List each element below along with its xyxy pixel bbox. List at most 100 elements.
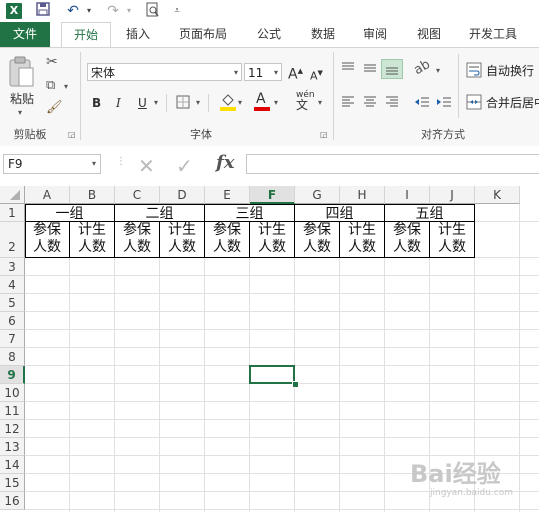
- cancel-icon[interactable]: ✕: [138, 154, 155, 178]
- group-header-cell[interactable]: 三组: [205, 204, 295, 222]
- customize-toolbar-icon[interactable]: ⩡: [168, 2, 186, 20]
- name-box[interactable]: F9 ▾: [3, 154, 101, 174]
- row-header[interactable]: 6: [0, 312, 25, 330]
- paste-dropdown-icon[interactable]: ▾: [18, 108, 22, 117]
- sub-header-cell[interactable]: 参保 人数: [115, 222, 160, 258]
- borders-dropdown-icon[interactable]: ▾: [196, 98, 200, 107]
- name-box-dropdown-icon[interactable]: ▾: [92, 155, 96, 173]
- formula-input[interactable]: [246, 154, 539, 174]
- copy-dropdown-icon[interactable]: ▾: [64, 82, 68, 91]
- paste-icon[interactable]: [6, 56, 38, 92]
- select-all-corner[interactable]: [0, 186, 25, 204]
- merge-center-icon[interactable]: [466, 94, 482, 113]
- print-preview-icon[interactable]: [144, 2, 162, 20]
- sub-header-cell[interactable]: 计生 人数: [70, 222, 115, 258]
- row-header[interactable]: 2: [0, 222, 25, 258]
- sub-header-cell[interactable]: 计生 人数: [340, 222, 385, 258]
- row-header[interactable]: 15: [0, 474, 25, 492]
- column-header[interactable]: C: [115, 186, 160, 204]
- phonetic-icon[interactable]: wén 文: [296, 90, 315, 111]
- sub-header-cell[interactable]: 参保 人数: [295, 222, 340, 258]
- align-middle-icon[interactable]: [362, 60, 378, 79]
- font-launcher-icon[interactable]: ◲: [320, 130, 328, 139]
- tab-insert[interactable]: 插入: [117, 22, 159, 47]
- row-header[interactable]: 16: [0, 492, 25, 510]
- cut-icon[interactable]: ✂: [46, 54, 58, 70]
- wrap-text-icon[interactable]: [466, 62, 482, 81]
- phonetic-dropdown-icon[interactable]: ▾: [318, 98, 322, 107]
- sub-header-cell[interactable]: 参保 人数: [205, 222, 250, 258]
- font-color-dropdown-icon[interactable]: ▾: [274, 98, 278, 107]
- column-header[interactable]: D: [160, 186, 205, 204]
- align-center-icon[interactable]: [362, 94, 378, 113]
- row-header[interactable]: 8: [0, 348, 25, 366]
- decrease-indent-icon[interactable]: [414, 94, 430, 113]
- tab-formulas[interactable]: 公式: [248, 22, 290, 47]
- sub-header-cell[interactable]: 参保 人数: [385, 222, 430, 258]
- tab-page-layout[interactable]: 页面布局: [172, 22, 234, 47]
- save-icon[interactable]: [34, 2, 52, 20]
- font-color-icon[interactable]: A: [254, 91, 270, 112]
- font-size-dropdown-icon[interactable]: ▾: [274, 64, 278, 82]
- row-header[interactable]: 13: [0, 438, 25, 456]
- underline-dropdown-icon[interactable]: ▾: [154, 98, 158, 107]
- fill-color-dropdown-icon[interactable]: ▾: [238, 98, 242, 107]
- row-header[interactable]: 3: [0, 258, 25, 276]
- font-size-combo[interactable]: 11 ▾: [244, 63, 282, 81]
- sub-header-cell[interactable]: 参保 人数: [25, 222, 70, 258]
- align-top-icon[interactable]: [340, 60, 356, 79]
- tab-file[interactable]: 文件: [0, 22, 50, 47]
- align-right-icon[interactable]: [384, 94, 400, 113]
- column-header[interactable]: H: [340, 186, 385, 204]
- italic-button[interactable]: I: [116, 94, 121, 112]
- paste-button[interactable]: 粘贴: [6, 90, 38, 108]
- column-header[interactable]: G: [295, 186, 340, 204]
- group-header-cell[interactable]: 二组: [115, 204, 205, 222]
- enter-icon[interactable]: ✓: [176, 154, 193, 178]
- column-header[interactable]: E: [205, 186, 250, 204]
- align-bottom-icon[interactable]: [381, 59, 403, 79]
- row-header[interactable]: 4: [0, 276, 25, 294]
- row-header[interactable]: 1: [0, 204, 25, 222]
- shrink-font-button[interactable]: A▼: [310, 64, 323, 86]
- column-header[interactable]: A: [25, 186, 70, 204]
- sub-header-cell[interactable]: 计生 人数: [160, 222, 205, 258]
- bold-button[interactable]: B: [92, 94, 101, 112]
- font-name-dropdown-icon[interactable]: ▾: [234, 64, 238, 82]
- clipboard-launcher-icon[interactable]: ◲: [68, 130, 76, 139]
- group-header-cell[interactable]: 四组: [295, 204, 385, 222]
- row-header[interactable]: 12: [0, 420, 25, 438]
- row-header[interactable]: 14: [0, 456, 25, 474]
- group-header-cell[interactable]: 一组: [25, 204, 115, 222]
- increase-indent-icon[interactable]: [436, 94, 452, 113]
- redo-dropdown-icon[interactable]: ▾: [120, 2, 138, 20]
- column-header[interactable]: K: [475, 186, 520, 204]
- grow-font-button[interactable]: A▲: [288, 62, 303, 84]
- tab-review[interactable]: 审阅: [354, 22, 396, 47]
- row-header[interactable]: 5: [0, 294, 25, 312]
- merge-center-button[interactable]: 合并后居中: [486, 94, 539, 111]
- column-header[interactable]: I: [385, 186, 430, 204]
- sub-header-cell[interactable]: 计生 人数: [250, 222, 295, 258]
- orientation-dropdown-icon[interactable]: ▾: [436, 66, 440, 75]
- row-header[interactable]: 11: [0, 402, 25, 420]
- font-name-combo[interactable]: 宋体 ▾: [87, 63, 242, 81]
- orientation-icon[interactable]: ab: [411, 57, 433, 78]
- column-header[interactable]: F: [250, 186, 295, 204]
- wrap-text-button[interactable]: 自动换行: [486, 62, 534, 79]
- undo-dropdown-icon[interactable]: ▾: [80, 2, 98, 20]
- active-cell[interactable]: [249, 365, 295, 384]
- column-header[interactable]: J: [430, 186, 475, 204]
- tab-data[interactable]: 数据: [302, 22, 344, 47]
- column-header[interactable]: B: [70, 186, 115, 204]
- row-header[interactable]: 9: [0, 366, 25, 384]
- copy-icon[interactable]: ⧉: [46, 78, 55, 93]
- borders-icon[interactable]: [176, 95, 190, 112]
- insert-function-icon[interactable]: fx: [216, 152, 234, 173]
- tab-developer[interactable]: 开发工具: [462, 22, 524, 47]
- row-header[interactable]: 7: [0, 330, 25, 348]
- underline-button[interactable]: U: [138, 94, 147, 112]
- sub-header-cell[interactable]: 计生 人数: [430, 222, 475, 258]
- tab-home[interactable]: 开始: [61, 22, 111, 47]
- tab-view[interactable]: 视图: [408, 22, 450, 47]
